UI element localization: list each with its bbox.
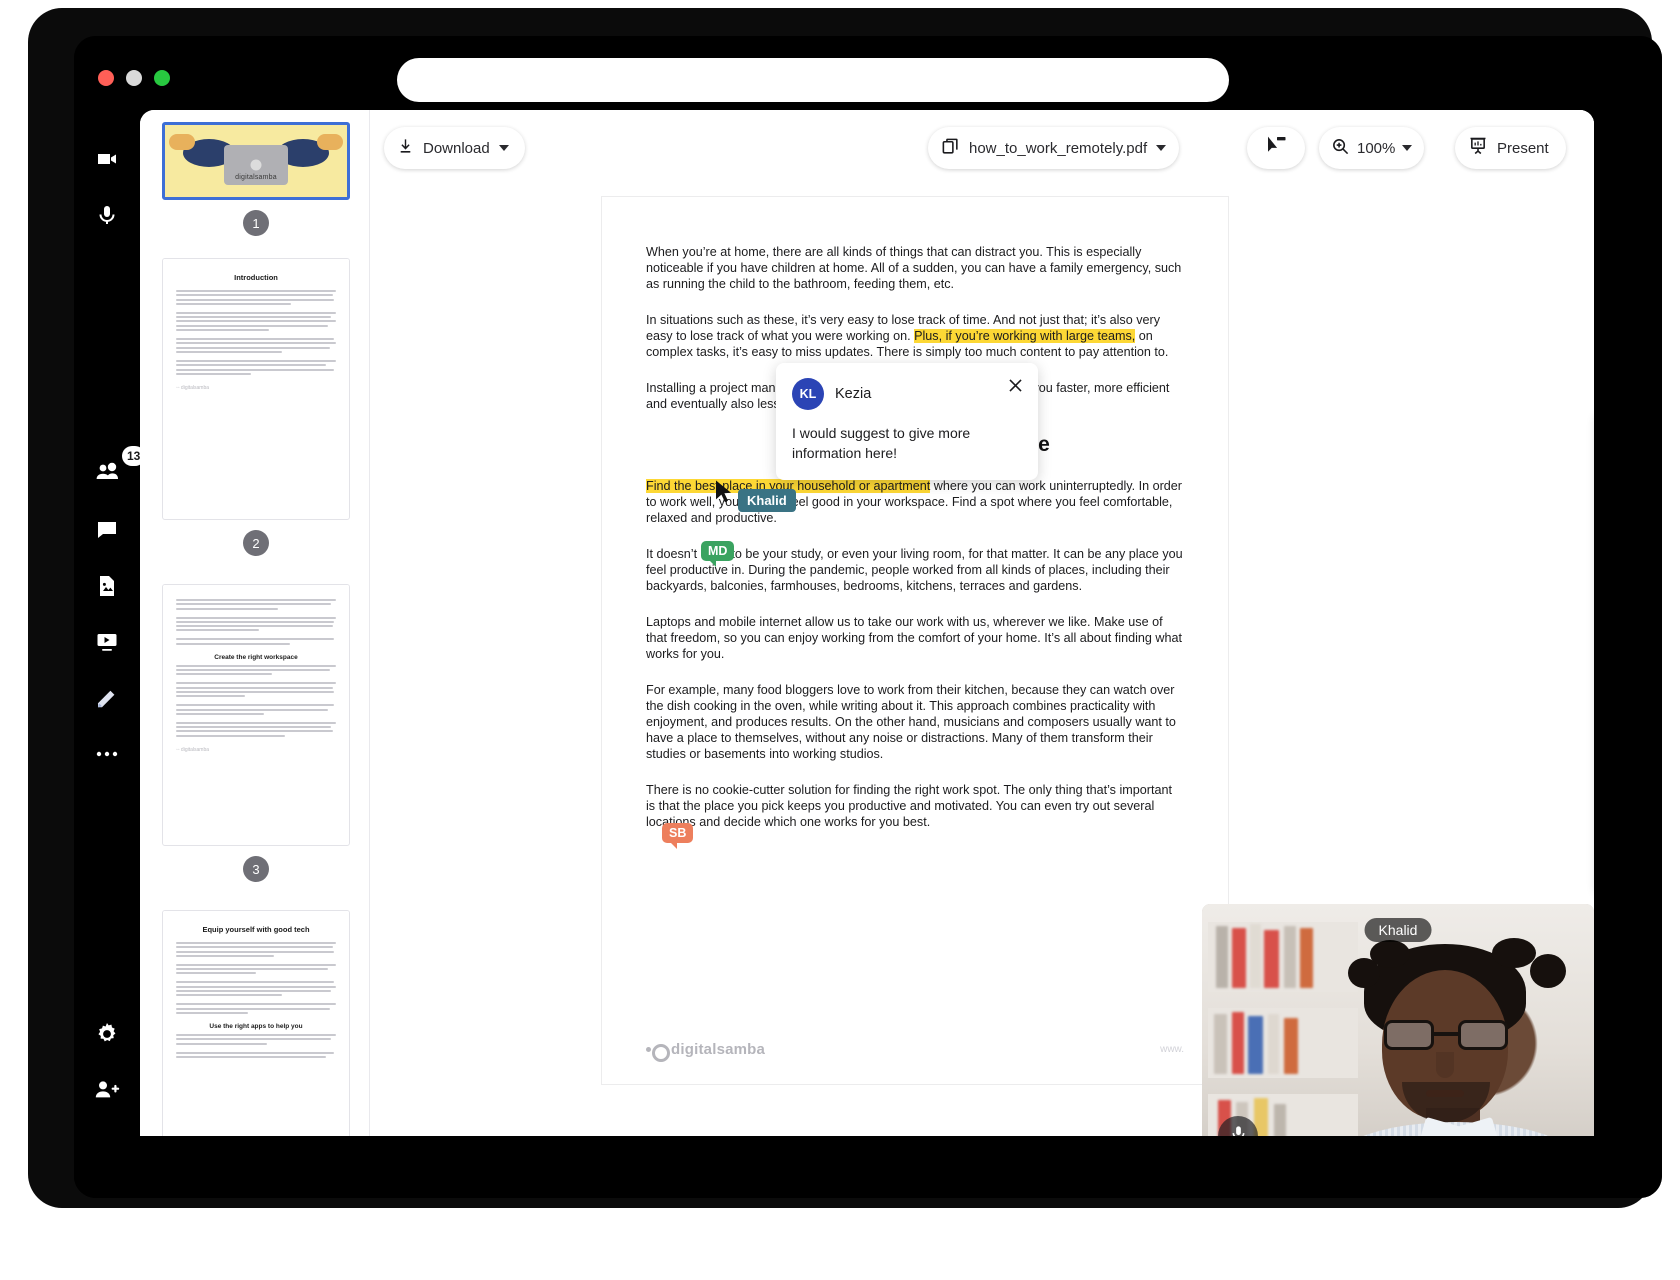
cursor-arrow-icon	[714, 479, 736, 507]
comment-marker-sb[interactable]: SB	[662, 823, 693, 843]
sidebar-item-camera[interactable]	[85, 137, 129, 181]
page-number-badge: 3	[243, 856, 269, 882]
comment-author: Kezia	[835, 386, 871, 402]
laptop-body: 13	[28, 8, 1652, 1208]
thumbnail-cover-art: digitalsamba	[165, 125, 347, 197]
participant-video-tile[interactable]: Khalid	[1202, 904, 1594, 1136]
pdf-footer-url: www.	[1160, 1044, 1184, 1055]
participant-name-label: Khalid	[1365, 918, 1432, 942]
laser-pointer-icon	[1264, 135, 1288, 161]
digitalsamba-logo: digitalsamba	[646, 1041, 765, 1058]
page-number-badge: 1	[243, 210, 269, 236]
pdf-page: When you’re at home, there are all kinds…	[602, 197, 1228, 1084]
pencil-icon	[95, 686, 119, 710]
laptop-screen: 13	[74, 36, 1662, 1198]
document-toolbar: Download how_to_work_remotely.pdf	[370, 110, 1594, 182]
comment-marker-initials: SB	[669, 826, 686, 840]
close-x-icon	[1593, 136, 1594, 160]
window-minimize-dot[interactable]	[126, 70, 142, 86]
file-name-label: how_to_work_remotely.pdf	[969, 140, 1147, 157]
image-file-icon	[95, 574, 119, 598]
sidebar-item-invite[interactable]	[85, 1068, 129, 1112]
microphone-icon	[95, 203, 119, 227]
highlighted-text[interactable]: Plus, if you’re working with large teams…	[914, 329, 1135, 343]
avatar: KL	[792, 378, 824, 410]
paragraph: There is no cookie-cutter solution for f…	[646, 783, 1184, 831]
comment-body: I would suggest to give more information…	[792, 424, 1022, 463]
page-thumbnail-strip[interactable]: digitalsamba 1 Introduction	[140, 110, 370, 1136]
window-close-dot[interactable]	[98, 70, 114, 86]
file-selector[interactable]: how_to_work_remotely.pdf	[928, 127, 1179, 169]
thumbnail-footer-logo: ◦◦ digitalsamba	[176, 385, 336, 391]
sidebar-item-screenshare[interactable]	[85, 620, 129, 664]
digitalsamba-mark-icon	[646, 1044, 664, 1056]
thumbnail-page-3[interactable]: Create the right workspace ◦◦ digitalsam…	[162, 584, 350, 846]
comment-header: KL Kezia	[792, 378, 1022, 410]
paragraph: For example, many food bloggers love to …	[646, 683, 1184, 763]
comment-marker-md[interactable]: MD	[701, 541, 734, 561]
thumbnail-title: Introduction	[176, 273, 336, 282]
close-document-button[interactable]	[1582, 127, 1594, 169]
digitalsamba-logo-text: digitalsamba	[671, 1041, 765, 1058]
thumbnail-footer-logo: ◦◦ digitalsamba	[176, 747, 336, 753]
browser-chrome	[74, 36, 1662, 110]
chevron-down-icon[interactable]	[1156, 145, 1166, 151]
present-label: Present	[1497, 140, 1549, 157]
participants-icon	[94, 460, 120, 484]
sidebar-item-settings[interactable]	[85, 1012, 129, 1056]
mouth	[1426, 1090, 1464, 1097]
sidebar-item-microphone[interactable]	[85, 193, 129, 237]
left-sidebar: 13	[74, 110, 140, 1198]
present-button[interactable]: Present	[1455, 127, 1566, 169]
download-label: Download	[423, 140, 490, 157]
comment-marker-initials: MD	[708, 544, 727, 558]
more-dots-icon	[95, 750, 119, 758]
screen-frame: 13	[0, 0, 1680, 1280]
page-number-badge: 2	[243, 530, 269, 556]
window-maximize-dot[interactable]	[154, 70, 170, 86]
video-camera-icon	[95, 147, 119, 171]
paragraph: In situations such as these, it’s very e…	[646, 313, 1184, 361]
screen-share-icon	[95, 630, 119, 654]
download-icon	[397, 138, 414, 159]
zoom-control[interactable]: 100%	[1319, 127, 1424, 169]
add-people-icon	[94, 1078, 120, 1102]
magnifier-plus-icon	[1331, 137, 1350, 160]
pdf-footer: digitalsamba www.	[646, 1041, 1184, 1058]
browser-url-bar[interactable]	[397, 58, 1229, 102]
collaborator-cursor-khalid: Khalid	[714, 479, 736, 512]
sidebar-item-chat[interactable]	[85, 508, 129, 552]
sidebar-item-whiteboard[interactable]	[85, 676, 129, 720]
content-card: digitalsamba 1 Introduction	[140, 110, 1594, 1136]
microphone-icon	[1229, 1124, 1248, 1136]
close-icon[interactable]	[1006, 376, 1025, 400]
thumbnail-heading: Use the right apps to help you	[176, 1023, 336, 1030]
download-button[interactable]: Download	[384, 127, 525, 169]
chat-bubble-icon	[95, 518, 119, 542]
thumbnail-page-1[interactable]: digitalsamba 1	[162, 122, 350, 200]
glasses	[1384, 1020, 1508, 1050]
copy-pages-icon	[941, 137, 960, 160]
thumbnail-logo-text: digitalsamba	[235, 174, 277, 181]
nose	[1436, 1052, 1454, 1078]
thumbnail-heading: Create the right workspace	[176, 654, 336, 661]
participant-portrait	[1340, 940, 1570, 1136]
sidebar-item-media[interactable]	[85, 564, 129, 608]
zoom-level-label: 100%	[1357, 140, 1395, 157]
chevron-down-icon[interactable]	[499, 145, 509, 151]
thumbnail-page-2[interactable]: Introduction ◦◦ digitalsamba 2	[162, 258, 350, 520]
cursor-name-label: Khalid	[738, 489, 796, 512]
chevron-down-icon[interactable]	[1402, 145, 1412, 151]
sidebar-item-participants[interactable]: 13	[85, 450, 129, 494]
comment-popup[interactable]: KL Kezia I would suggest to give more in…	[776, 363, 1038, 480]
gear-icon	[94, 1021, 120, 1047]
laser-pointer-button[interactable]	[1247, 127, 1305, 169]
paragraph: When you’re at home, there are all kinds…	[646, 245, 1184, 293]
sidebar-item-more[interactable]	[85, 732, 129, 776]
presentation-board-icon	[1468, 136, 1488, 160]
thumbnail-title: Equip yourself with good tech	[176, 925, 336, 934]
meeting-app: 13	[74, 110, 1662, 1198]
thumbnail-page-4[interactable]: Equip yourself with good tech Use the ri…	[162, 910, 350, 1136]
paragraph: Laptops and mobile internet allow us to …	[646, 615, 1184, 663]
